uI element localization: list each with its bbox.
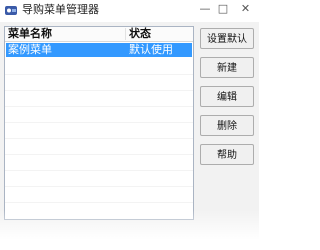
app-icon <box>5 6 17 15</box>
window-title: 导购菜单管理器 <box>22 3 99 16</box>
help-button[interactable]: 帮助 <box>200 144 254 165</box>
grid-line <box>5 202 193 203</box>
grid-line <box>5 154 193 155</box>
list-header: 菜单名称 状态 <box>5 27 193 42</box>
maximize-button[interactable]: □ <box>214 0 232 18</box>
grid-line <box>5 106 193 107</box>
grid-line <box>5 90 193 91</box>
close-button[interactable]: ✕ <box>232 0 259 18</box>
edit-button[interactable]: 编辑 <box>200 86 254 107</box>
minimize-button[interactable]: — <box>196 0 214 18</box>
grid-line <box>5 186 193 187</box>
list-row-selected[interactable]: 案例菜单 默认使用 <box>6 43 192 57</box>
row-name-cell: 案例菜单 <box>8 43 52 56</box>
grid-line <box>5 74 193 75</box>
column-header-state[interactable]: 状态 <box>129 28 151 40</box>
bottom-fade <box>0 210 259 250</box>
grid-line <box>5 122 193 123</box>
set-default-button[interactable]: 设置默认 <box>200 28 254 49</box>
column-divider[interactable] <box>125 28 126 40</box>
column-header-name[interactable]: 菜单名称 <box>8 28 52 40</box>
menu-manager-window: 导购菜单管理器 — □ ✕ 菜单名称 状态 案例菜单 默认使用 设置默认 新建 … <box>0 0 259 250</box>
grid-line <box>5 170 193 171</box>
menu-list[interactable]: 菜单名称 状态 案例菜单 默认使用 <box>4 26 194 220</box>
title-bar[interactable]: 导购菜单管理器 — □ ✕ <box>0 0 259 22</box>
row-state-cell: 默认使用 <box>129 43 173 56</box>
new-button[interactable]: 新建 <box>200 57 254 78</box>
delete-button[interactable]: 删除 <box>200 115 254 136</box>
grid-line <box>5 138 193 139</box>
